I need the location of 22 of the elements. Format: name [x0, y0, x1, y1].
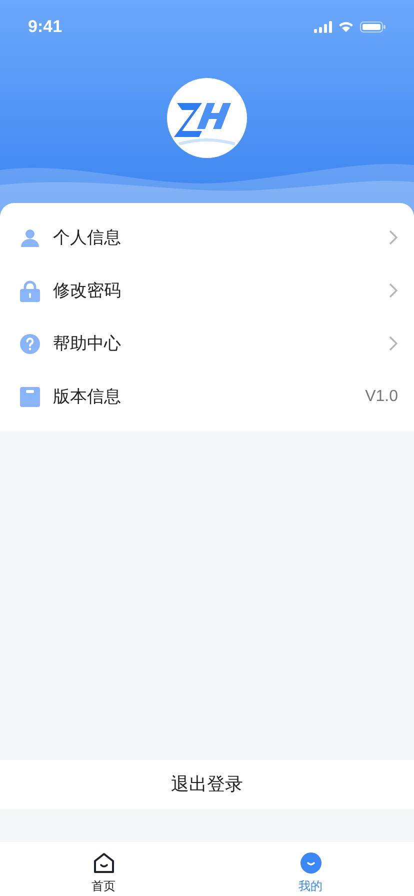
help-icon: [20, 334, 40, 354]
menu-item[interactable]: 个人信息: [0, 211, 414, 264]
wifi-icon: [338, 20, 354, 33]
menu-item[interactable]: 修改密码: [0, 264, 414, 317]
signal-icon: [314, 20, 332, 33]
menu-item[interactable]: 帮助中心: [0, 317, 414, 370]
battery-icon: [360, 20, 386, 33]
person-icon: [20, 228, 40, 248]
chevron-right-icon: [389, 230, 398, 245]
tab-item[interactable]: 我的: [207, 842, 414, 896]
chevron-right-icon: [389, 283, 398, 298]
chevron-right-icon: [389, 336, 398, 351]
version-value: V1.0: [365, 386, 398, 406]
home-icon: [92, 852, 114, 874]
lock-icon: [20, 280, 40, 302]
box-icon: [20, 386, 40, 406]
status-time: 9:41: [28, 16, 62, 38]
logout-button[interactable]: 退出登录: [0, 760, 414, 809]
smile-icon: [300, 852, 322, 874]
tab-item[interactable]: 首页: [0, 842, 207, 896]
menu-item[interactable]: 版本信息 V1.0: [0, 370, 414, 423]
logo-icon: [167, 78, 247, 158]
